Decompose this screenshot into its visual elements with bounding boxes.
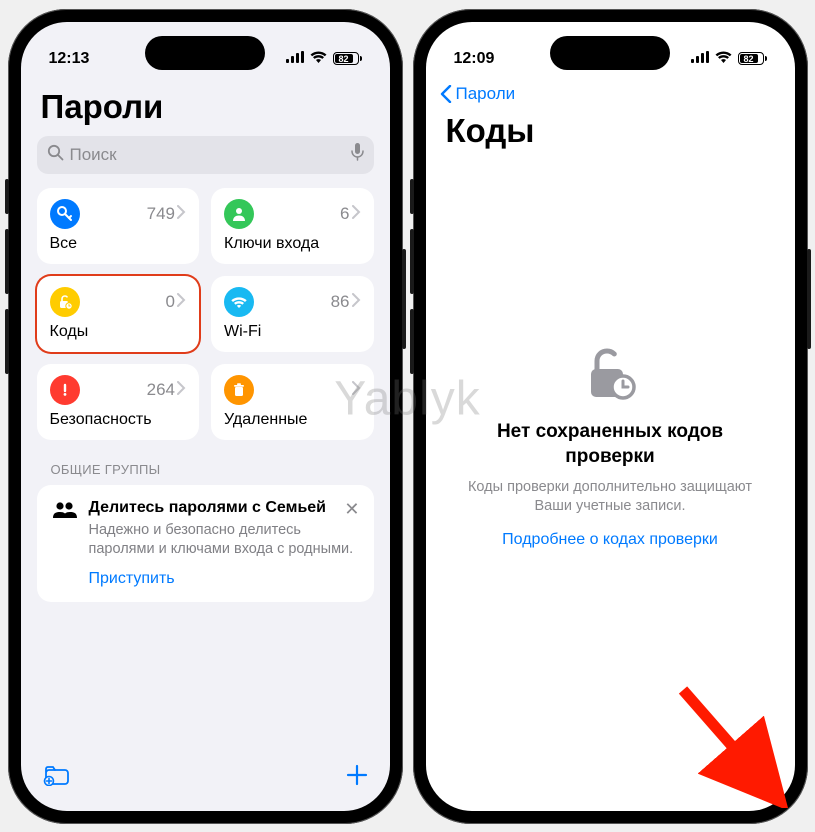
chevron-right-icon [177,380,186,400]
phone-right: 12:09 82 Пароли Коды [413,9,808,824]
add-button[interactable] [346,764,368,791]
battery-icon: 82 [738,52,767,65]
empty-state: Нет сохраненных кодов проверки Коды пров… [426,140,795,755]
search-input[interactable] [70,145,345,165]
card-count: 6 [340,204,349,224]
card-label: Удаленные [224,411,361,429]
card-deleted[interactable]: Удаленные [211,364,374,440]
volume-button [410,309,414,374]
new-folder-button[interactable] [43,764,71,791]
promo-text: Надежно и безопасно делитесь паролями и … [89,521,360,560]
bottom-toolbar [426,755,795,811]
power-button [402,249,406,349]
people-icon [51,499,79,588]
trash-icon [224,375,254,405]
card-passkeys[interactable]: 6 Ключи входа [211,188,374,264]
key-icon [50,199,80,229]
back-label: Пароли [456,84,516,104]
section-header-groups: ОБЩИЕ ГРУППЫ [21,440,390,485]
empty-subtitle: Коды проверки дополнительно защищают Ваш… [456,478,765,517]
page-title: Пароли [21,78,390,136]
category-grid: 749 Все 6 Ключи входа 0 Коды [21,188,390,440]
dynamic-island [145,36,265,70]
wifi-icon [715,50,732,68]
card-count: 86 [331,292,350,312]
volume-button [5,309,9,374]
card-count: 0 [166,292,175,312]
lock-clock-icon [583,345,637,406]
close-icon[interactable]: ✕ [344,499,359,520]
card-label: Ключи входа [224,235,361,253]
card-wifi[interactable]: 86 Wi-Fi [211,276,374,352]
promo-action[interactable]: Приступить [89,570,360,588]
search-icon [47,144,64,166]
alert-icon [50,375,80,405]
volume-button [410,179,414,214]
learn-more-link[interactable]: Подробнее о кодах проверки [502,531,718,549]
chevron-right-icon [177,292,186,312]
card-label: Все [50,235,187,253]
bottom-toolbar [21,755,390,811]
chevron-left-icon [440,85,452,103]
promo-title: Делитесь паролями с Семьей [89,499,360,517]
card-codes[interactable]: 0 Коды [37,276,200,352]
battery-icon: 82 [333,52,362,65]
lock-clock-icon [50,287,80,317]
add-button[interactable] [751,764,773,791]
dynamic-island [550,36,670,70]
volume-button [5,179,9,214]
wifi-icon [310,50,327,68]
back-button[interactable]: Пароли [426,78,795,108]
chevron-right-icon [177,204,186,224]
volume-button [410,229,414,294]
cellular-icon [286,50,304,68]
search-field[interactable] [37,136,374,174]
chevron-right-icon [352,292,361,312]
card-security[interactable]: 264 Безопасность [37,364,200,440]
card-count: 749 [147,204,175,224]
power-button [807,249,811,349]
empty-title: Нет сохраненных кодов проверки [456,420,765,469]
wifi-icon [224,287,254,317]
volume-button [5,229,9,294]
cellular-icon [691,50,709,68]
card-count: 264 [147,380,175,400]
phone-left: 12:13 82 Пароли 749 [8,9,403,824]
card-all[interactable]: 749 Все [37,188,200,264]
chevron-right-icon [352,204,361,224]
card-label: Коды [50,323,187,341]
family-promo: Делитесь паролями с Семьей Надежно и без… [37,485,374,602]
person-icon [224,199,254,229]
mic-icon[interactable] [351,143,364,166]
card-label: Wi-Fi [224,323,361,341]
chevron-right-icon [352,380,361,400]
card-label: Безопасность [50,411,187,429]
